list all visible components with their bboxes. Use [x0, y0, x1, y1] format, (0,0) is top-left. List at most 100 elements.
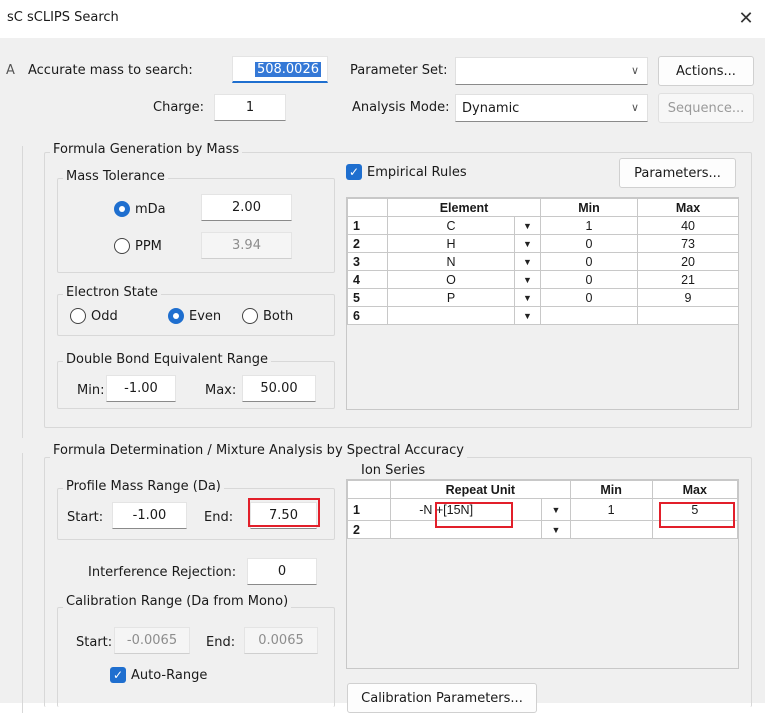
chevron-down-icon[interactable]: ▼ [513, 234, 542, 253]
chevron-down-icon[interactable]: ▼ [513, 306, 542, 325]
min-cell[interactable]: 0 [540, 270, 639, 289]
calibration-end-value: 0.0065 [258, 633, 304, 648]
table-row[interactable]: 2 ▼ [346, 520, 739, 539]
chevron-down-icon[interactable]: ▼ [513, 252, 542, 271]
odd-radio[interactable]: Odd [70, 308, 118, 324]
profile-start-label: Start: [67, 510, 104, 525]
ion-series-grid: Repeat Unit Min Max 1 -N +[15N] ▼ 1 5 2 … [346, 479, 739, 669]
param-set-label: Parameter Set: [350, 63, 448, 78]
min-header: Min [569, 480, 653, 499]
mda-radio[interactable]: mDa [114, 201, 166, 217]
radio-selected-icon [114, 201, 130, 217]
dbe-title: Double Bond Equivalent Range [63, 352, 271, 367]
repeat-unit-cell[interactable] [390, 520, 543, 539]
min-cell[interactable]: 0 [540, 234, 639, 253]
max-cell[interactable]: 21 [637, 270, 740, 289]
element-grid-header: Element Min Max [347, 198, 740, 217]
table-row[interactable]: 6 ▼ [347, 306, 740, 325]
side-letter: A [6, 63, 15, 78]
dbe-min-label: Min: [77, 383, 105, 398]
calibration-end-input: 0.0065 [244, 627, 318, 654]
min-cell[interactable]: 0 [540, 288, 639, 307]
min-cell[interactable] [540, 306, 639, 325]
min-cell[interactable]: 1 [569, 498, 653, 521]
close-icon[interactable]: ✕ [735, 8, 757, 29]
charge-input[interactable]: 1 [214, 94, 286, 121]
actions-button[interactable]: Actions... [658, 56, 754, 86]
electron-state-title: Electron State [63, 285, 161, 300]
dbe-min-input[interactable]: -1.00 [106, 375, 176, 402]
corner-cell [346, 480, 392, 499]
chevron-down-icon[interactable]: ▼ [513, 288, 542, 307]
dbe-max-label: Max: [205, 383, 237, 398]
max-cell[interactable] [651, 520, 739, 539]
chevron-down-icon[interactable]: ▼ [541, 520, 571, 539]
element-cell[interactable]: N [387, 252, 515, 271]
radio-empty-icon [242, 308, 258, 324]
min-header: Min [540, 198, 639, 217]
table-row[interactable]: 3 N ▼ 0 20 [347, 252, 740, 271]
profile-start-input[interactable]: -1.00 [112, 502, 187, 529]
radio-empty-icon [114, 238, 130, 254]
element-cell[interactable]: C [387, 216, 515, 235]
row-number: 2 [347, 234, 388, 253]
dbe-max-input[interactable]: 50.00 [242, 375, 316, 402]
max-cell[interactable]: 40 [637, 216, 740, 235]
element-cell[interactable]: O [387, 270, 515, 289]
chevron-down-icon[interactable]: ▼ [513, 216, 542, 235]
ion-grid-header: Repeat Unit Min Max [346, 480, 739, 499]
chevron-down-icon[interactable]: ▼ [513, 270, 542, 289]
ppm-radio[interactable]: PPM [114, 238, 162, 254]
analysis-mode-select[interactable]: Dynamic ∨ [455, 94, 648, 122]
element-cell[interactable] [387, 306, 515, 325]
empirical-rules-checkbox[interactable]: ✓ Empirical Rules [346, 164, 467, 180]
empirical-rules-label: Empirical Rules [367, 164, 467, 180]
min-cell[interactable] [569, 520, 653, 539]
parameters-button[interactable]: Parameters... [619, 158, 736, 188]
check-icon: ✓ [110, 667, 126, 683]
table-row[interactable]: 4 O ▼ 0 21 [347, 270, 740, 289]
even-radio[interactable]: Even [168, 308, 221, 324]
mda-value: 2.00 [232, 200, 261, 215]
max-cell[interactable]: 20 [637, 252, 740, 271]
profile-end-input[interactable]: 7.50 [250, 502, 317, 529]
mass-input[interactable]: 508.0026 [232, 56, 328, 83]
analysis-mode-label: Analysis Mode: [352, 100, 450, 115]
title-bar: sC sCLIPS Search ✕ [0, 0, 765, 38]
mda-input[interactable]: 2.00 [201, 194, 292, 221]
element-cell[interactable]: H [387, 234, 515, 253]
both-radio[interactable]: Both [242, 308, 293, 324]
calibration-end-label: End: [206, 635, 236, 650]
max-cell[interactable] [637, 306, 740, 325]
check-icon: ✓ [346, 164, 362, 180]
corner-cell [347, 198, 388, 217]
calibration-parameters-button[interactable]: Calibration Parameters... [347, 683, 537, 713]
max-header: Max [651, 480, 739, 499]
min-cell[interactable]: 1 [540, 216, 639, 235]
charge-label: Charge: [153, 100, 205, 115]
table-row[interactable]: 1 -N +[15N] ▼ 1 5 [346, 498, 739, 521]
table-row[interactable]: 5 P ▼ 0 9 [347, 288, 740, 307]
row-number: 1 [347, 216, 388, 235]
row-number: 5 [347, 288, 388, 307]
chevron-down-icon[interactable]: ▼ [541, 498, 571, 521]
table-row[interactable]: 1 C ▼ 1 40 [347, 216, 740, 235]
table-row[interactable]: 2 H ▼ 0 73 [347, 234, 740, 253]
interference-input[interactable]: 0 [247, 558, 317, 585]
row-number: 6 [347, 306, 388, 325]
max-cell[interactable]: 73 [637, 234, 740, 253]
radio-empty-icon [70, 308, 86, 324]
repeat-unit-cell[interactable]: -N +[15N] [390, 498, 543, 521]
element-cell[interactable]: P [387, 288, 515, 307]
calibration-range-title: Calibration Range (Da from Mono) [63, 594, 292, 609]
element-grid: Element Min Max 1 C ▼ 1 40 2 H ▼ 0 73 3 … [346, 197, 740, 410]
max-cell[interactable]: 5 [651, 498, 739, 521]
sequence-button[interactable]: Sequence... [658, 93, 754, 123]
max-cell[interactable]: 9 [637, 288, 740, 307]
auto-range-checkbox[interactable]: ✓ Auto-Range [110, 667, 207, 683]
ppm-input: 3.94 [201, 232, 292, 259]
min-cell[interactable]: 0 [540, 252, 639, 271]
profile-end-value: 7.50 [269, 508, 298, 523]
mda-label: mDa [135, 201, 166, 217]
param-set-select[interactable]: ∨ [455, 57, 648, 85]
